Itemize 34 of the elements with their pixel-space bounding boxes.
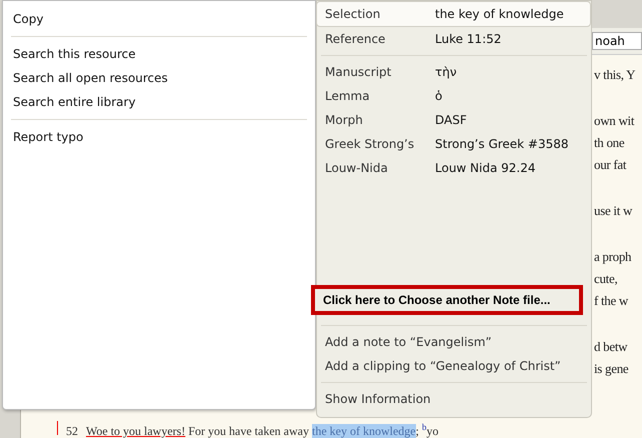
detail-label: Lemma <box>325 88 371 105</box>
menu-item[interactable]: Report typo <box>3 125 315 149</box>
info-row[interactable]: Selection the key of knowledge <box>316 1 591 27</box>
detail-label: Louw-Nida <box>325 160 389 177</box>
text-line: is gene <box>594 360 630 378</box>
detail-label: Greek Strong’s <box>325 136 416 153</box>
text-line: f the w <box>594 292 630 310</box>
detail-label: Morph <box>325 112 364 129</box>
text-line: our fat <box>594 156 628 174</box>
menu-item[interactable]: Add a clipping to “Genealogy of Christ” <box>317 354 591 378</box>
verse-number: 52 <box>66 423 78 438</box>
text-line: own wit <box>594 112 636 130</box>
text-line: a proph <box>594 248 632 266</box>
verse-text: Woe to you lawyers! For you have taken away the key of knowledge; $^{b}$yo <box>86 421 438 438</box>
show-information-item[interactable]: Show Information <box>317 387 591 411</box>
detail-value[interactable]: ὁ <box>435 87 442 105</box>
choose-note-file-button[interactable]: Click here to Choose another Note file... <box>311 285 583 315</box>
text-line: cute, <box>594 270 618 288</box>
detail-value[interactable]: DASF <box>435 111 467 129</box>
menu-item[interactable]: Search entire library <box>3 90 315 114</box>
search-field[interactable]: noah <box>592 32 642 50</box>
menu-item[interactable]: Add a note to “Evangelism” <box>317 330 591 354</box>
text-line: th one <box>594 134 626 152</box>
detail-label: Manuscript <box>325 64 392 81</box>
detail-value[interactable]: τὴν <box>435 63 457 81</box>
menu-item[interactable]: Search this resource <box>3 42 315 66</box>
menu-item[interactable]: Search all open resources <box>3 66 315 90</box>
menu-item[interactable]: Copy <box>3 7 315 31</box>
text-line: d betw <box>594 338 628 356</box>
detail-value[interactable]: Louw Nida 92.24 <box>435 159 536 177</box>
info-row[interactable]: Reference Luke 11:52 <box>317 27 591 51</box>
text-line: v this, Y <box>594 66 636 84</box>
text-line: use it w <box>594 202 634 220</box>
detail-value[interactable]: Strong’s Greek #3588 <box>435 135 569 153</box>
